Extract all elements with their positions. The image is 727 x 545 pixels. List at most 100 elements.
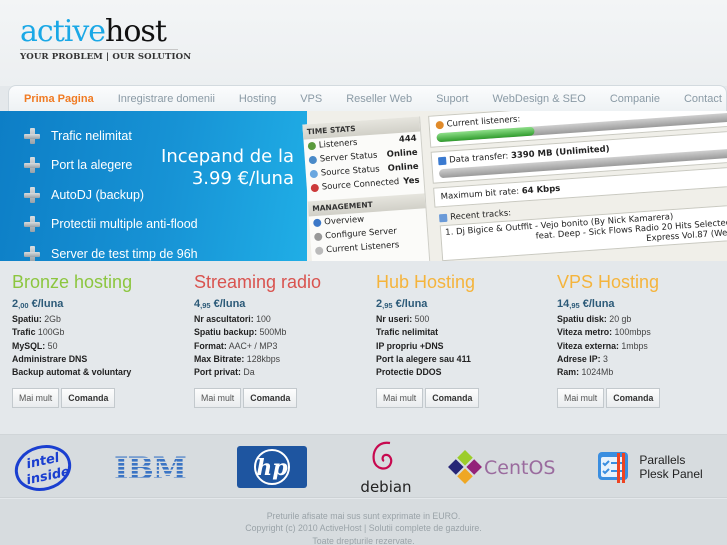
order-button[interactable]: Comanda xyxy=(61,388,116,409)
package-title[interactable]: Bronze hosting xyxy=(12,270,192,294)
spec-line: Nr ascultatori: 100 xyxy=(194,313,374,326)
spec-line: Trafic 100Gb xyxy=(12,326,192,339)
stat-label: Source Connected xyxy=(321,177,400,193)
banner-features-panel: Trafic nelimitat Port la alegere AutoDJ … xyxy=(0,111,307,261)
spec-key: Viteza externa: xyxy=(557,340,619,351)
centos-logo: CentOS xyxy=(448,435,564,499)
feature-text: Trafic nelimitat xyxy=(51,128,132,143)
nav-item-vps[interactable]: VPS xyxy=(300,93,322,105)
footer: Preturile afisate mai sus sunt exprimate… xyxy=(0,499,727,545)
plesk-line-1: Parallels xyxy=(639,453,686,467)
spec-value: Da xyxy=(240,367,255,378)
plus-icon xyxy=(24,186,40,203)
spec-line: Max Bitrate: 128kbps xyxy=(194,353,374,366)
spec-key: Spatiu: xyxy=(12,314,42,324)
spec-key: Trafic nelimitat xyxy=(376,327,439,338)
spec-key: Administrare DNS xyxy=(12,353,88,364)
plesk-logo: Parallels Plesk Panel xyxy=(590,435,710,499)
users-icon xyxy=(435,120,444,129)
tracks-icon xyxy=(438,213,448,222)
nav-item-hosting[interactable]: Hosting xyxy=(239,93,276,105)
stats-panel: TIME STATS Listeners 444 Server Status Onl… xyxy=(302,116,432,261)
spec-value: 1mbps xyxy=(618,340,648,351)
spec-line: Nr useri: 500 xyxy=(376,313,556,326)
package-title[interactable]: VPS Hosting xyxy=(557,270,727,294)
nav-item-suport[interactable]: Suport xyxy=(436,93,468,105)
package-actions: Mai mult Comanda xyxy=(194,388,374,409)
price-unit: €/luna xyxy=(210,298,246,310)
site-logo[interactable]: activehost YOUR PROBLEM | OUR SOLUTION xyxy=(20,16,191,62)
spec-key: Backup automat & voluntary xyxy=(12,367,132,378)
more-info-button[interactable]: Mai mult xyxy=(194,388,242,409)
spec-line: Port privat: Da xyxy=(194,366,374,379)
package-price: 4,95 €/luna xyxy=(194,298,374,310)
nav-item-contact[interactable]: Contact xyxy=(684,93,722,105)
nav-item-prima-pagina[interactable]: Prima Pagina xyxy=(24,93,94,105)
centos-icon: CentOS xyxy=(448,450,555,484)
source-icon xyxy=(309,169,319,178)
footer-rights: Toate drepturile rezervate. xyxy=(312,535,415,545)
more-info-button[interactable]: Mai mult xyxy=(12,388,60,409)
price-unit: €/luna xyxy=(579,298,615,310)
spec-key: MySQL: xyxy=(12,340,46,351)
spec-key: Nr ascultatori: xyxy=(194,314,254,324)
spec-key: Port privat: xyxy=(194,367,241,378)
price-integer: 14 xyxy=(557,298,570,310)
speaker-icon xyxy=(310,183,320,192)
order-button[interactable]: Comanda xyxy=(425,388,480,409)
package-price: 2,95 €/luna xyxy=(376,298,556,310)
debian-text: debian xyxy=(360,478,411,496)
stat-value: 444 xyxy=(398,133,417,145)
info-icon xyxy=(312,218,322,227)
hp-text: hp xyxy=(256,455,288,481)
nav-item-webdesign-seo[interactable]: WebDesign & SEO xyxy=(492,93,585,105)
stat-label: Listeners xyxy=(318,137,358,151)
spec-line: Spatiu disk: 20 gb xyxy=(557,313,727,326)
spec-line: Trafic nelimitat xyxy=(376,326,556,339)
feature-text: Protectii multiple anti-flood xyxy=(51,217,198,232)
spec-key: Ram: xyxy=(557,367,579,378)
intel-inside-icon: intel inside xyxy=(14,445,71,491)
package-actions: Mai mult Comanda xyxy=(376,388,556,409)
package-title[interactable]: Streaming radio xyxy=(194,270,374,294)
spec-key: Nr useri: xyxy=(376,314,413,324)
hp-logo: hp xyxy=(237,435,307,499)
gear-icon xyxy=(313,232,323,241)
spec-line: Adrese IP: 3 xyxy=(557,353,727,366)
order-button[interactable]: Comanda xyxy=(606,388,661,409)
spec-key: Protectie DDOS xyxy=(376,367,442,378)
spec-line: MySQL: 50 xyxy=(12,340,192,353)
nav-item-companie[interactable]: Companie xyxy=(610,93,660,105)
nav-item-inregistrare-domenii[interactable]: Inregistrare domenii xyxy=(118,93,215,105)
package-card-vps: VPS Hosting 14,95 €/luna Spatiu disk: 20… xyxy=(557,270,727,409)
header: activehost YOUR PROBLEM | OUR SOLUTION xyxy=(0,0,727,86)
ibm-logo: IBM xyxy=(110,435,190,499)
spec-value: 100mbps xyxy=(612,327,651,338)
more-info-button[interactable]: Mai mult xyxy=(557,388,605,409)
server-icon xyxy=(308,155,318,164)
nav-item-reseller-web[interactable]: Reseller Web xyxy=(346,93,412,105)
spec-key: Viteza metro: xyxy=(557,327,613,338)
more-info-button[interactable]: Mai mult xyxy=(376,388,424,409)
plus-icon xyxy=(24,245,40,261)
spec-line: Administrare DNS xyxy=(12,353,192,366)
spec-key: IP propriu +DNS xyxy=(376,340,444,351)
promo-line-2: 3.99 €/luna xyxy=(191,168,294,189)
spec-key: Max Bitrate: xyxy=(194,353,245,364)
spec-value: 50 xyxy=(45,340,58,351)
spec-line: Viteza metro: 100mbps xyxy=(557,326,727,339)
spec-key: Format: xyxy=(194,340,227,351)
logo-tagline: YOUR PROBLEM | OUR SOLUTION xyxy=(20,52,192,62)
promo-banner[interactable]: Trafic nelimitat Port la alegere AutoDJ … xyxy=(0,111,727,261)
stat-value: Online xyxy=(386,147,418,160)
stat-value: Yes xyxy=(403,175,420,187)
spec-value: 20 gb xyxy=(606,314,632,324)
spec-value: 100Gb xyxy=(35,327,65,338)
package-title[interactable]: Hub Hosting xyxy=(376,270,556,294)
feature-item: Server de test timp de 96h xyxy=(24,239,198,261)
spec-key: Trafic xyxy=(12,327,36,338)
order-button[interactable]: Comanda xyxy=(243,388,298,409)
spec-line: Port la alegere sau 411 xyxy=(376,353,556,366)
spec-value: 128kbps xyxy=(244,353,281,364)
partner-logos: intel inside IBM hp debian CentOS Parall… xyxy=(0,434,727,498)
